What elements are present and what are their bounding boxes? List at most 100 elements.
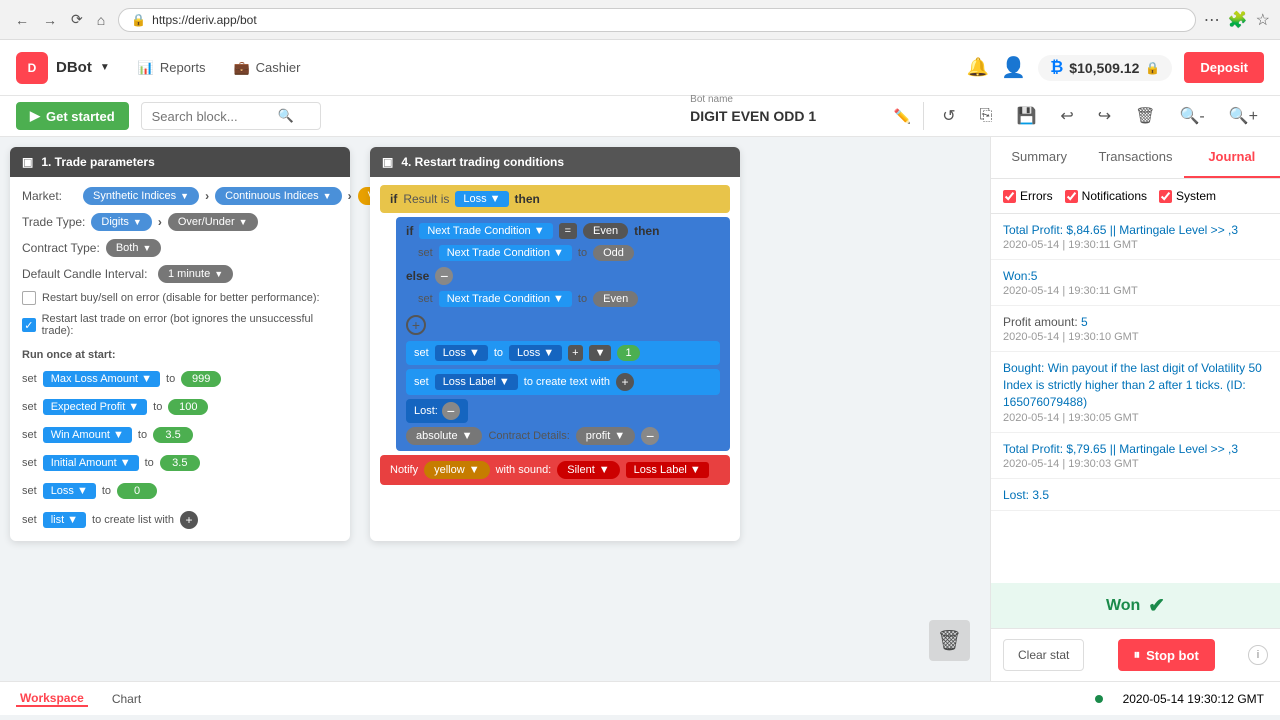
profit-label: profit	[586, 430, 610, 442]
add-text-btn[interactable]: +	[616, 373, 634, 391]
max-loss-var-dropdown[interactable]: Max Loss Amount ▼	[43, 371, 160, 387]
next-trade-cond-label: Next Trade Condition	[427, 225, 530, 237]
yellow-dropdown[interactable]: yellow ▼	[424, 461, 489, 479]
dbot-chevron-icon[interactable]: ▼	[100, 62, 110, 73]
even-val-pill: Even	[593, 291, 638, 307]
loss-var-dropdown2[interactable]: Loss ▼	[435, 345, 488, 361]
delete-button[interactable]: 🗑	[1129, 102, 1161, 130]
list-var-dropdown[interactable]: list ▼	[43, 512, 86, 528]
bot-name-wrapper: Bot name ✏️	[690, 108, 911, 125]
notification-icon[interactable]: 🔔	[967, 57, 989, 78]
system-filter[interactable]: System	[1159, 189, 1216, 203]
list-label: list	[51, 514, 64, 526]
notifications-label: Notifications	[1082, 189, 1147, 203]
both-dropdown[interactable]: Both ▼	[106, 239, 162, 257]
continuous-indices-dropdown[interactable]: Continuous Indices ▼	[215, 187, 341, 205]
tab-summary[interactable]: Summary	[991, 137, 1087, 178]
restart-buysell-checkbox[interactable]	[22, 291, 36, 305]
search-input[interactable]	[152, 109, 272, 124]
lost-link[interactable]: Lost: 3.5	[1003, 488, 1049, 502]
digits-dropdown[interactable]: Digits ▼	[91, 213, 151, 231]
restart-trading-block: ▣ 4. Restart trading conditions if Resul…	[370, 147, 740, 541]
reports-nav-item[interactable]: 📊 Reports	[126, 52, 218, 84]
bought-link[interactable]: Bought: Win payout if the last digit of …	[1003, 361, 1262, 409]
copy-button[interactable]: ⎘	[974, 103, 999, 129]
lost-remove-btn[interactable]: −	[442, 402, 460, 420]
notifications-checkbox[interactable]	[1065, 190, 1078, 203]
cashier-nav-item[interactable]: 💼 Cashier	[221, 52, 312, 84]
get-started-button[interactable]: ▶ Get started	[16, 102, 129, 130]
profit-dropdown[interactable]: profit ▼	[576, 427, 635, 445]
next-trade-cond-dropdown[interactable]: Next Trade Condition ▼	[419, 223, 552, 239]
loss-condition-dropdown[interactable]: Loss ▼	[455, 191, 508, 207]
candle-dropdown[interactable]: 1 minute ▼	[158, 265, 233, 283]
errors-filter[interactable]: Errors	[1003, 189, 1053, 203]
add-block-btn[interactable]: +	[406, 315, 426, 335]
zoom-in-button[interactable]: 🔍+	[1223, 102, 1264, 130]
initial-amount-var-dropdown[interactable]: Initial Amount ▼	[43, 455, 139, 471]
profit-amount-value[interactable]: 5	[1081, 315, 1088, 329]
initial-amount-label: Initial Amount	[51, 457, 117, 469]
forward-button[interactable]: →	[38, 9, 62, 30]
else-collapse-btn[interactable]: −	[435, 267, 453, 285]
set-keyword-else: set	[418, 293, 433, 305]
info-icon[interactable]: i	[1248, 645, 1268, 665]
search-area[interactable]: 🔍	[141, 102, 321, 130]
bot-name-input[interactable]	[690, 108, 886, 124]
win-amount-var-dropdown[interactable]: Win Amount ▼	[43, 427, 132, 443]
tab-journal[interactable]: Journal	[1184, 137, 1280, 178]
clear-stat-button[interactable]: Clear stat	[1003, 639, 1084, 671]
restart-trading-collapse-icon[interactable]: ▣	[382, 155, 393, 169]
redo-button[interactable]: ↪	[1092, 102, 1117, 130]
loss-val-label: Loss	[517, 347, 540, 359]
loss-var-dropdown[interactable]: Loss ▼	[43, 483, 96, 499]
with-sound-label: with sound:	[496, 464, 552, 476]
chevron-down-icon-loss-val: ▼	[543, 347, 554, 359]
address-bar[interactable]: 🔒 https://deriv.app/bot	[118, 8, 1196, 32]
zoom-out-button[interactable]: 🔍-	[1173, 102, 1210, 130]
edit-bot-name-icon[interactable]: ✏️	[894, 108, 911, 124]
bookmark-icon[interactable]: ☆	[1256, 10, 1270, 30]
undo-button[interactable]: ↺	[936, 102, 961, 130]
lost-row: Lost: −	[406, 399, 720, 423]
home-button[interactable]: ⌂	[92, 9, 110, 30]
chevron-down-icon-4: ▼	[133, 217, 142, 227]
silent-label: Silent	[567, 464, 595, 476]
total-profit-link-1[interactable]: Total Profit: $,84.65 || Martingale Leve…	[1003, 223, 1238, 237]
loss-label-dropdown[interactable]: Loss Label ▼	[435, 374, 518, 390]
overunder-dropdown[interactable]: Over/Under ▼	[168, 213, 258, 231]
absolute-dropdown[interactable]: absolute ▼	[406, 427, 482, 445]
synthetic-indices-dropdown[interactable]: Synthetic Indices ▼	[83, 187, 199, 205]
deposit-button[interactable]: Deposit	[1184, 52, 1264, 83]
silent-dropdown[interactable]: Silent ▼	[557, 461, 619, 479]
more-icon[interactable]: ⋯	[1204, 10, 1220, 30]
next-trade-cond-odd-dropdown[interactable]: Next Trade Condition ▼	[439, 245, 572, 261]
tab-transactions[interactable]: Transactions	[1087, 137, 1183, 178]
contract-remove-btn[interactable]: −	[641, 427, 659, 445]
blocks-area: ▣ 1. Trade parameters Market: Synthetic …	[10, 147, 740, 541]
system-checkbox[interactable]	[1159, 190, 1172, 203]
restart-lasttrade-checkbox[interactable]: ✓	[22, 318, 36, 332]
won-link[interactable]: Won:5	[1003, 269, 1037, 283]
total-profit-link-2[interactable]: Total Profit: $,79.65 || Martingale Leve…	[1003, 442, 1238, 456]
user-icon[interactable]: 👤	[1001, 55, 1026, 80]
errors-checkbox[interactable]	[1003, 190, 1016, 203]
add-list-item-button[interactable]: +	[180, 511, 198, 529]
reload-button[interactable]: ⟳	[66, 9, 88, 30]
workspace-tab[interactable]: Workspace	[16, 691, 88, 707]
trade-params-collapse-icon[interactable]: ▣	[22, 155, 33, 169]
loss-val-dropdown[interactable]: Loss ▼	[509, 345, 562, 361]
set-odd-row: set Next Trade Condition ▼ to Odd	[418, 245, 720, 261]
back-button[interactable]: ←	[10, 9, 34, 30]
notifications-filter[interactable]: Notifications	[1065, 189, 1147, 203]
extensions-icon[interactable]: 🧩	[1228, 10, 1248, 30]
next-trade-cond-even-dropdown[interactable]: Next Trade Condition ▼	[439, 291, 572, 307]
loss-label-notify-dropdown[interactable]: Loss Label ▼	[626, 462, 709, 478]
save-button[interactable]: 💾	[1010, 102, 1042, 130]
expected-profit-var-dropdown[interactable]: Expected Profit ▼	[43, 399, 147, 415]
set-initial-amount-row: set Initial Amount ▼ to 3.5	[22, 455, 338, 471]
stop-bot-button[interactable]: ⏸ Stop bot	[1118, 639, 1215, 671]
chart-tab[interactable]: Chart	[108, 692, 145, 706]
undo2-button[interactable]: ↩	[1054, 102, 1079, 130]
if-keyword: if	[390, 192, 397, 206]
